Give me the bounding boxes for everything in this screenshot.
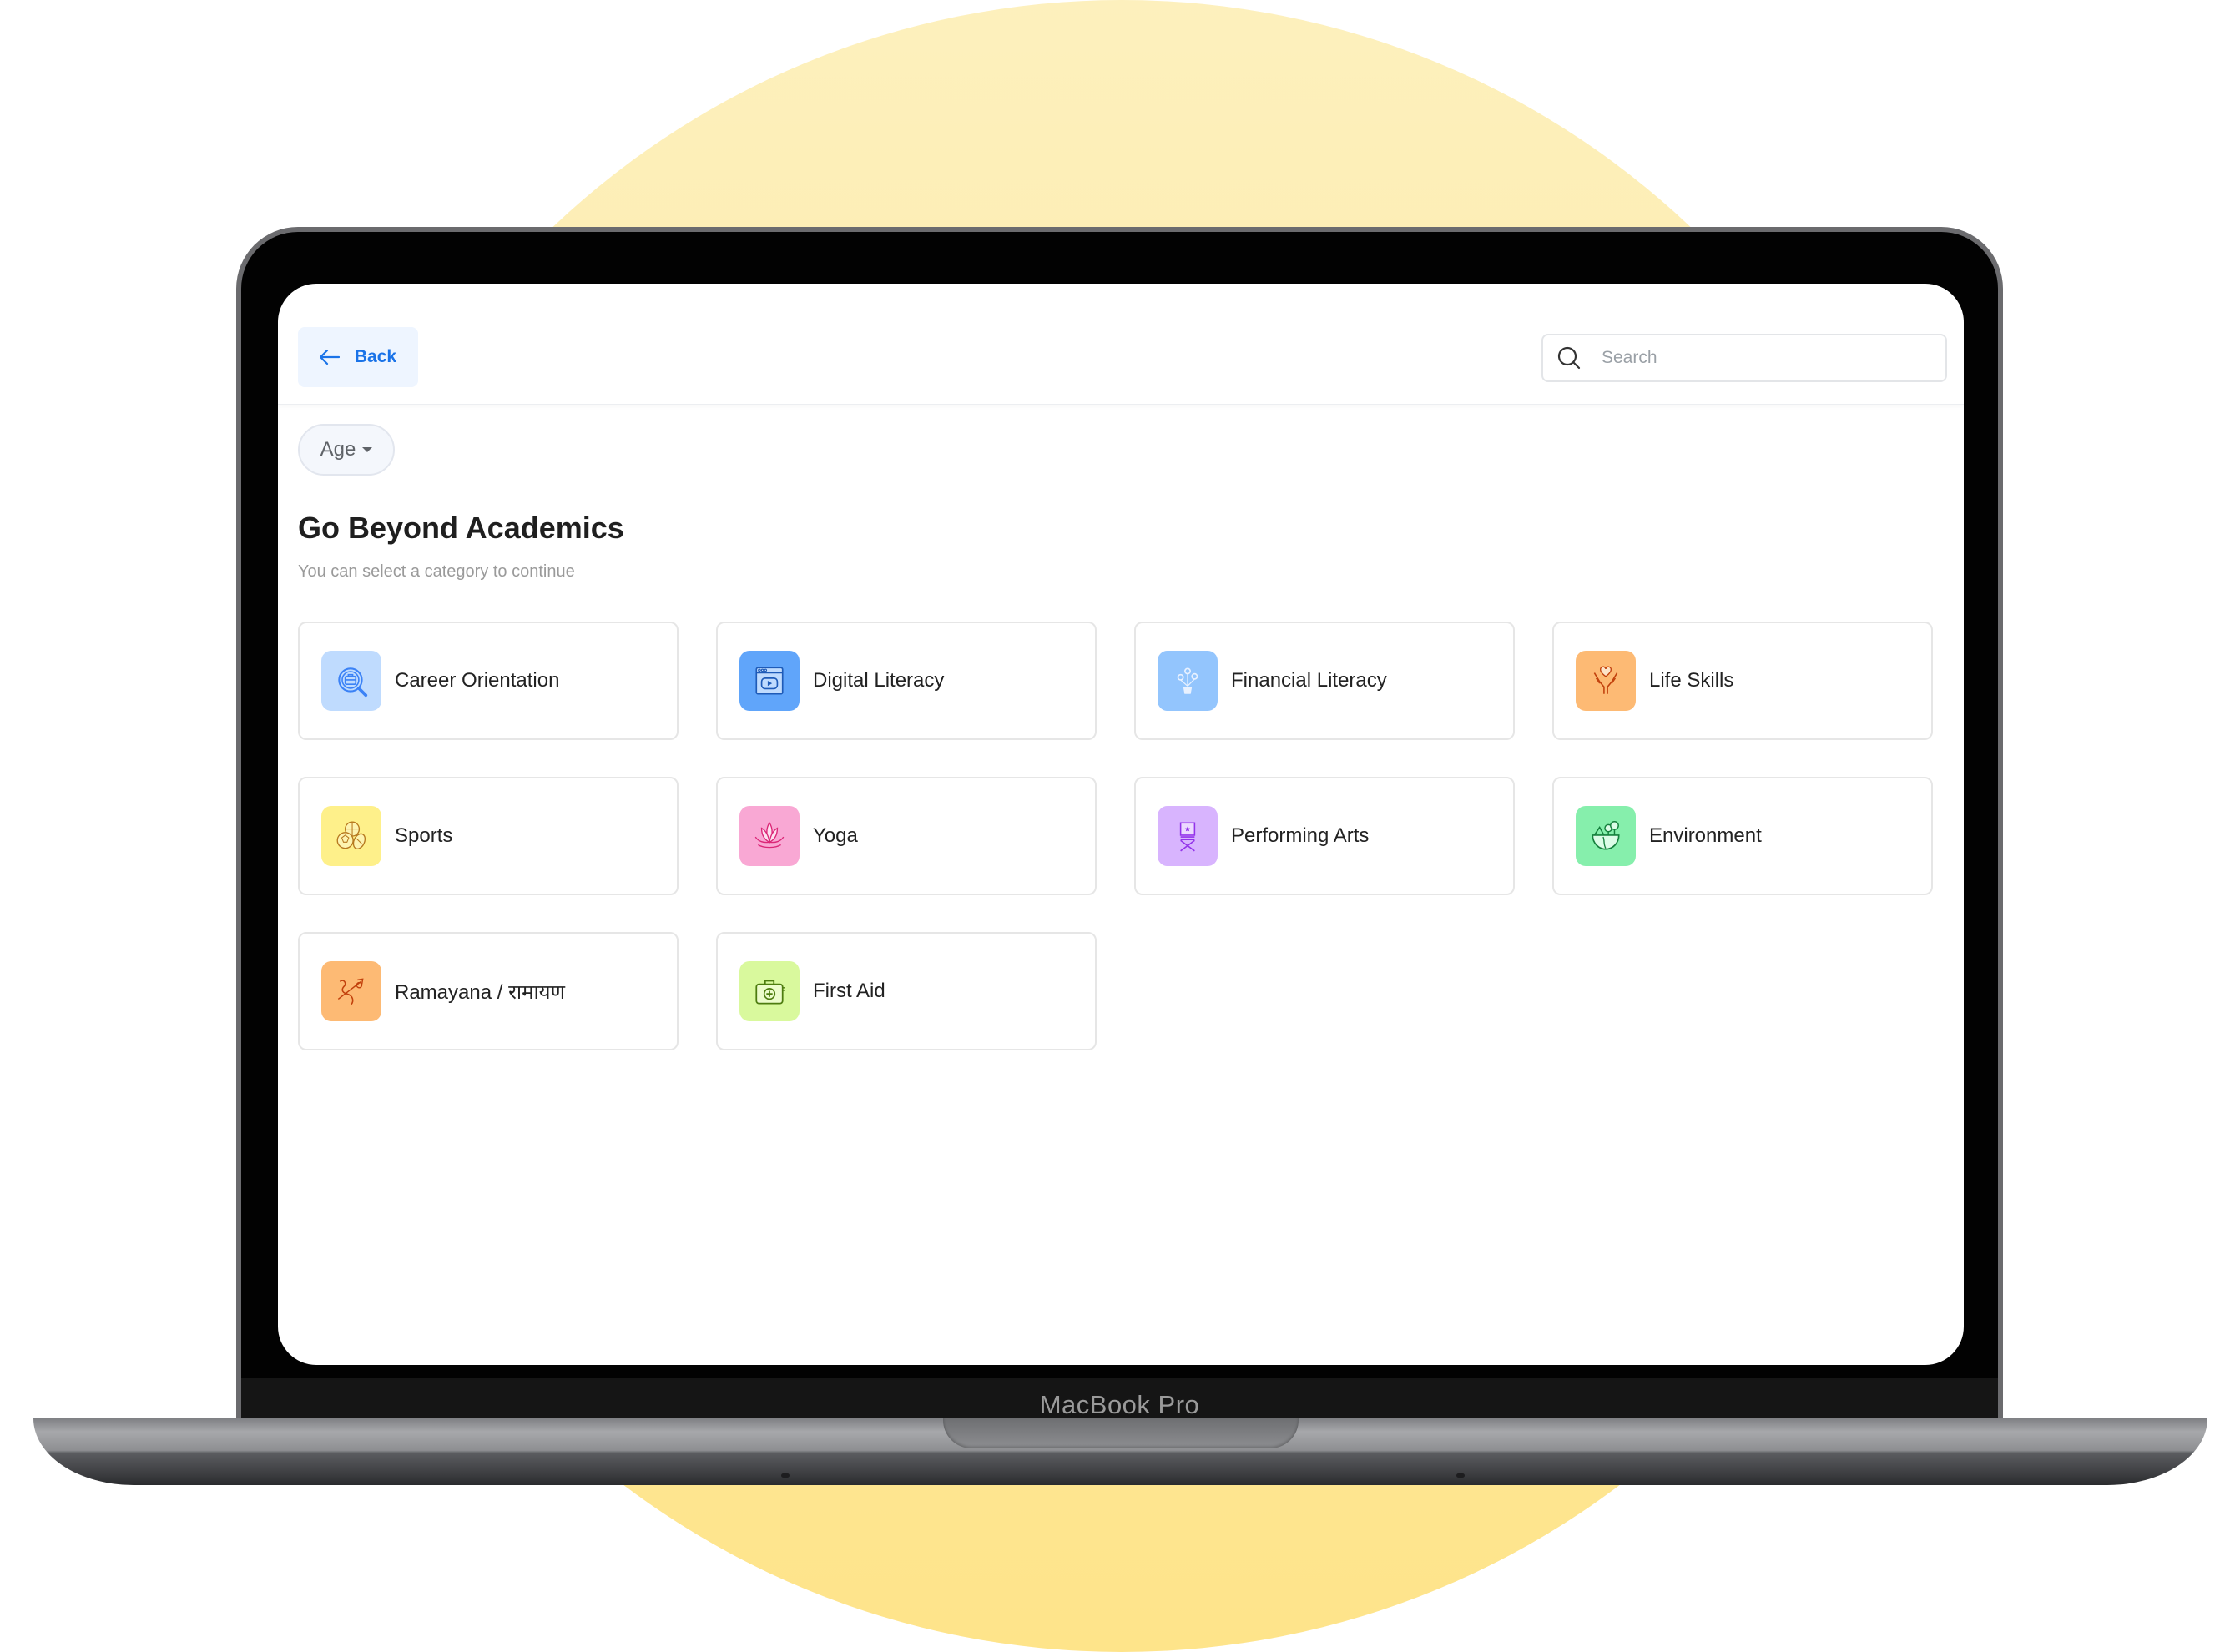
category-card-life-skills[interactable]: Life Skills	[1552, 622, 1933, 740]
category-card-performing-arts[interactable]: Performing Arts	[1134, 777, 1515, 895]
category-icon-tile	[1576, 806, 1636, 866]
hands-heart-icon	[1593, 666, 1618, 694]
bow-arrow-icon	[337, 978, 364, 1005]
category-label: Yoga	[813, 824, 858, 847]
back-label: Back	[354, 347, 397, 366]
search-input[interactable]	[1600, 347, 1920, 369]
age-filter-dropdown[interactable]: Age	[298, 424, 395, 476]
category-card-ramayana[interactable]: Ramayana / रामायण	[298, 932, 679, 1050]
age-filter-label: Age	[320, 438, 356, 461]
category-label: Performing Arts	[1231, 824, 1370, 847]
laptop-foot	[781, 1473, 790, 1478]
laptop-notch	[943, 1418, 1299, 1448]
money-plant-icon	[1177, 667, 1198, 694]
category-icon-tile	[739, 651, 800, 711]
category-icon-tile	[321, 961, 381, 1021]
category-card-sports[interactable]: Sports	[298, 777, 679, 895]
first-aid-kit-icon	[755, 980, 785, 1005]
video-browser-icon	[755, 667, 784, 695]
category-label: Life Skills	[1649, 669, 1734, 692]
category-card-yoga[interactable]: Yoga	[716, 777, 1097, 895]
brand-label: MacBook Pro	[1039, 1390, 1200, 1419]
category-card-first-aid[interactable]: First Aid	[716, 932, 1097, 1050]
category-card-financial-literacy[interactable]: Financial Literacy	[1134, 622, 1515, 740]
category-icon-tile	[1576, 651, 1636, 711]
arrow-left-icon	[319, 350, 340, 365]
category-grid: Career Orientation Digital Literacy Fina…	[298, 622, 1933, 1050]
director-chair-icon	[1179, 822, 1196, 852]
page-title: Go Beyond Academics	[298, 511, 624, 545]
top-bar: Back	[278, 284, 1964, 405]
category-label: Ramayana / रामायण	[395, 980, 565, 1004]
page-subtitle: You can select a category to continue	[298, 562, 575, 581]
earth-trees-icon	[1592, 820, 1620, 850]
lotus-icon	[754, 822, 785, 849]
category-icon-tile	[739, 806, 800, 866]
category-label: Sports	[395, 824, 453, 847]
category-icon-tile	[321, 651, 381, 711]
category-label: First Aid	[813, 980, 885, 1002]
caret-down-icon	[362, 447, 373, 452]
category-icon-tile	[739, 961, 800, 1021]
sports-balls-icon	[336, 821, 366, 849]
search-icon	[1557, 346, 1581, 370]
category-card-environment[interactable]: Environment	[1552, 777, 1933, 895]
category-label: Environment	[1649, 824, 1762, 847]
category-label: Digital Literacy	[813, 669, 945, 692]
category-icon-tile	[1158, 806, 1218, 866]
category-card-career-orientation[interactable]: Career Orientation	[298, 622, 679, 740]
category-label: Career Orientation	[395, 669, 560, 692]
category-icon-tile	[321, 806, 381, 866]
app-screen: Back Age Go Beyond Academics You can sel…	[278, 284, 1964, 1365]
career-search-icon	[338, 667, 368, 698]
category-label: Financial Literacy	[1231, 669, 1387, 692]
search-box[interactable]	[1541, 334, 1947, 382]
category-icon-tile	[1158, 651, 1218, 711]
back-button[interactable]: Back	[298, 327, 418, 387]
laptop-foot	[1456, 1473, 1465, 1478]
category-card-digital-literacy[interactable]: Digital Literacy	[716, 622, 1097, 740]
